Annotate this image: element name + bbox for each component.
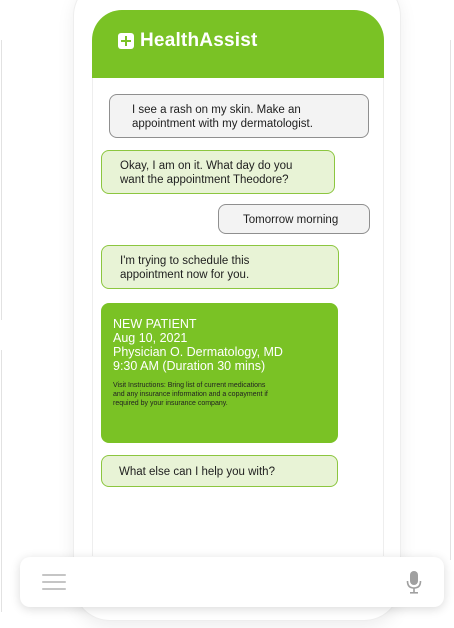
bot-message: What else can I help you with? (101, 455, 338, 487)
message-line: I'm trying to schedule this (120, 255, 250, 267)
message-line: Tomorrow morning (243, 214, 339, 226)
app-logo: HealthAssist (118, 30, 258, 52)
message-line: Okay, I am on it. What day do you (120, 160, 293, 172)
message-line: What else can I help you with? (119, 466, 275, 478)
message-line: I see a rash on my skin. Make an (132, 104, 301, 116)
app-title: HealthAssist (140, 30, 258, 51)
appointment-status: NEW PATIENT (113, 317, 197, 331)
input-bar[interactable] (20, 557, 444, 607)
visit-instructions: Visit Instructions: Bring list of curren… (113, 381, 328, 408)
instructions-line: Visit Instructions: Bring list of curren… (113, 382, 266, 389)
user-message: Tomorrow morning (218, 204, 370, 234)
user-message: I see a rash on my skin. Make an appoint… (109, 94, 369, 138)
message-line: appointment now for you. (120, 269, 250, 281)
background-edge (1, 350, 2, 612)
bot-message: Okay, I am on it. What day do you want t… (101, 150, 335, 194)
menu-icon[interactable] (42, 574, 66, 592)
message-line: appointment with my dermatologist. (132, 118, 313, 130)
microphone-icon[interactable] (406, 570, 422, 594)
background-edge (1, 40, 2, 320)
app-header: HealthAssist (92, 10, 384, 78)
plus-icon (118, 33, 134, 49)
appointment-physician: Physician O. Dermatology, MD (113, 345, 283, 359)
bot-message: I'm trying to schedule this appointment … (101, 245, 339, 289)
appointment-card[interactable]: NEW PATIENT Aug 10, 2021 Physician O. De… (101, 303, 338, 443)
instructions-line: and any insurance information and a copa… (113, 391, 268, 398)
instructions-line: required by your insurance company. (113, 400, 228, 407)
appointment-time: 9:30 AM (Duration 30 mins) (113, 359, 266, 373)
background-edge (450, 40, 451, 560)
message-line: want the appointment Theodore? (120, 174, 289, 186)
appointment-date: Aug 10, 2021 (113, 331, 188, 345)
